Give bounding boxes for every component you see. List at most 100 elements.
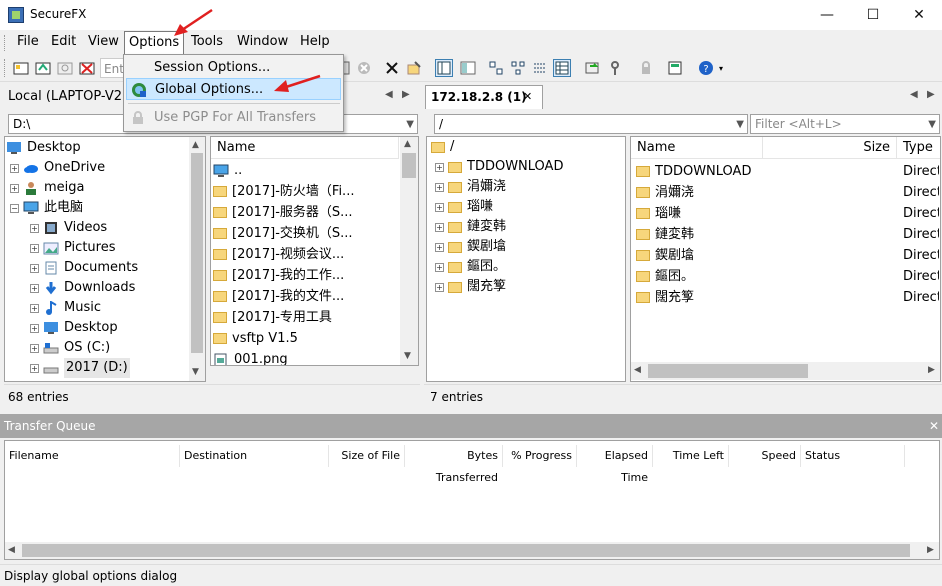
menu-window[interactable]: Window <box>233 33 292 53</box>
scroll-right-icon[interactable]: ▶ <box>927 545 934 555</box>
tree-item-drive-c[interactable]: + OS (C:) <box>6 338 190 358</box>
expand-icon[interactable]: + <box>435 282 444 292</box>
tree-item[interactable]: + TDDOWNLOAD <box>431 157 621 177</box>
column-time-left[interactable]: Time Left <box>653 445 729 467</box>
small-icons-icon[interactable] <box>509 59 527 77</box>
tree-item-downloads[interactable]: + Downloads <box>6 278 190 298</box>
tab-scroll-left-icon[interactable]: ◀ <box>910 89 918 100</box>
column-progress[interactable]: % Progress <box>503 445 577 467</box>
close-button[interactable]: ✕ <box>896 0 942 30</box>
scroll-left-icon[interactable]: ◀ <box>8 545 15 555</box>
scroll-right-icon[interactable]: ▶ <box>928 365 935 375</box>
stop-icon[interactable] <box>355 59 373 77</box>
key-icon[interactable] <box>606 59 624 77</box>
list-item[interactable]: [2017]-服务器（S... <box>213 202 399 223</box>
expand-icon[interactable]: + <box>435 262 444 272</box>
log-icon[interactable] <box>666 59 684 77</box>
large-icons-icon[interactable] <box>487 59 505 77</box>
column-status[interactable]: Status <box>801 445 905 467</box>
column-destination[interactable]: Destination <box>180 445 329 467</box>
column-speed[interactable]: Speed <box>729 445 801 467</box>
list-item[interactable]: [2017]-交换机（S... <box>213 223 399 244</box>
list-item[interactable]: 瑙嗛Directo <box>636 203 939 224</box>
list-item[interactable]: [2017]-防火墙（Fi... <box>213 181 399 202</box>
minimize-button[interactable]: — <box>804 0 850 30</box>
tree-item[interactable]: + 瑙嗛 <box>431 197 621 217</box>
tree-item-videos[interactable]: + Videos <box>6 218 190 238</box>
tree-item-this-pc[interactable]: − 此电脑 <box>6 198 190 218</box>
enter-host-input[interactable]: Ente <box>100 58 131 78</box>
scrollbar-thumb[interactable] <box>402 153 416 178</box>
scroll-down-icon[interactable]: ▼ <box>192 367 199 377</box>
tree-item[interactable]: + 鏈変韩 <box>431 217 621 237</box>
expand-icon[interactable]: + <box>30 323 39 333</box>
expand-icon[interactable]: + <box>435 222 444 232</box>
expand-icon[interactable]: + <box>30 363 39 373</box>
local-tab[interactable]: Local (LAPTOP-V2LV <box>8 89 137 104</box>
tree-item-drive-d[interactable]: +2017 (D:) <box>6 358 190 378</box>
tree-item[interactable]: + 鏂囨。 <box>431 257 621 277</box>
list-item[interactable]: [2017]-专用工具 <box>213 307 399 328</box>
expand-icon[interactable]: + <box>435 242 444 252</box>
tab-scroll-right-icon[interactable]: ▶ <box>927 89 935 100</box>
disconnect-icon[interactable] <box>78 59 96 77</box>
scroll-left-icon[interactable]: ◀ <box>634 365 641 375</box>
tree-item-meiga[interactable]: + meiga <box>6 178 190 198</box>
quick-connect-icon[interactable] <box>34 59 52 77</box>
column-filename[interactable]: Filename <box>5 445 180 467</box>
column-bytes-transferred[interactable]: Bytes Transferred <box>405 445 503 484</box>
menu-help[interactable]: Help <box>296 33 334 53</box>
list-item[interactable]: TDDOWNLOADDirecto <box>636 161 939 182</box>
expand-icon[interactable]: + <box>435 182 444 192</box>
scroll-up-icon[interactable]: ▲ <box>404 139 411 149</box>
split-view-icon[interactable] <box>459 59 477 77</box>
list-item[interactable]: .. <box>213 160 399 181</box>
list-icon[interactable] <box>531 59 549 77</box>
list-item[interactable]: vsftp V1.5 <box>213 328 399 349</box>
list-item[interactable]: 鏈変韩Directo <box>636 224 939 245</box>
tree-item[interactable]: + 涓嬭浇 <box>431 177 621 197</box>
list-item[interactable]: 鏂囨。Directo <box>636 266 939 287</box>
details-icon[interactable] <box>553 59 571 77</box>
filter-input[interactable]: Filter <Alt+L> ▼ <box>750 114 940 134</box>
tab-scroll-right-icon[interactable]: ▶ <box>402 89 410 100</box>
tree-view-icon[interactable] <box>435 59 453 77</box>
properties-icon[interactable] <box>405 59 423 77</box>
column-name[interactable]: Name <box>631 137 763 159</box>
list-item[interactable]: [2017]-视频会议... <box>213 244 399 265</box>
expand-icon[interactable]: + <box>30 343 39 353</box>
tree-item-desktop[interactable]: Desktop <box>6 138 190 158</box>
list-item[interactable]: [2017]-我的文件... <box>213 286 399 307</box>
list-item[interactable]: 鍥剧墖Directo <box>636 245 939 266</box>
tree-item[interactable]: + 闊充箰 <box>431 277 621 297</box>
tree-item-music[interactable]: + Music <box>6 298 190 318</box>
tree-item-root[interactable]: / <box>431 137 621 157</box>
column-name[interactable]: Name <box>211 137 399 159</box>
scroll-up-icon[interactable]: ▲ <box>192 140 199 150</box>
list-item[interactable]: 001.png <box>213 349 399 365</box>
expand-icon[interactable]: + <box>10 183 19 193</box>
scrollbar-thumb[interactable] <box>191 153 203 353</box>
tree-item-desktop-2[interactable]: + Desktop <box>6 318 190 338</box>
tab-scroll-left-icon[interactable]: ◀ <box>385 89 393 100</box>
expand-icon[interactable]: + <box>435 202 444 212</box>
menu-item-use-pgp[interactable]: Use PGP For All Transfers <box>126 107 341 129</box>
scrollbar-thumb[interactable] <box>648 364 808 378</box>
scroll-down-icon[interactable]: ▼ <box>404 351 411 361</box>
menu-file[interactable]: File <box>13 33 43 53</box>
list-item[interactable]: 涓嬭浇Directo <box>636 182 939 203</box>
expand-icon[interactable]: + <box>30 223 39 233</box>
toolbar-overflow-icon[interactable]: ▾ <box>719 64 723 73</box>
maximize-button[interactable]: ☐ <box>850 0 896 30</box>
menu-view[interactable]: View <box>84 33 123 53</box>
tree-item-onedrive[interactable]: + OneDrive <box>6 158 190 178</box>
help-icon[interactable]: ? <box>697 59 715 77</box>
reconnect-icon[interactable] <box>56 59 74 77</box>
menu-edit[interactable]: Edit <box>47 33 80 53</box>
connect-icon[interactable] <box>12 59 30 77</box>
scrollbar-thumb[interactable] <box>22 544 910 557</box>
lock-icon[interactable] <box>637 59 655 77</box>
tree-item[interactable]: + 鍥剧墖 <box>431 237 621 257</box>
tree-item-pictures[interactable]: + Pictures <box>6 238 190 258</box>
collapse-icon[interactable]: − <box>10 203 19 213</box>
